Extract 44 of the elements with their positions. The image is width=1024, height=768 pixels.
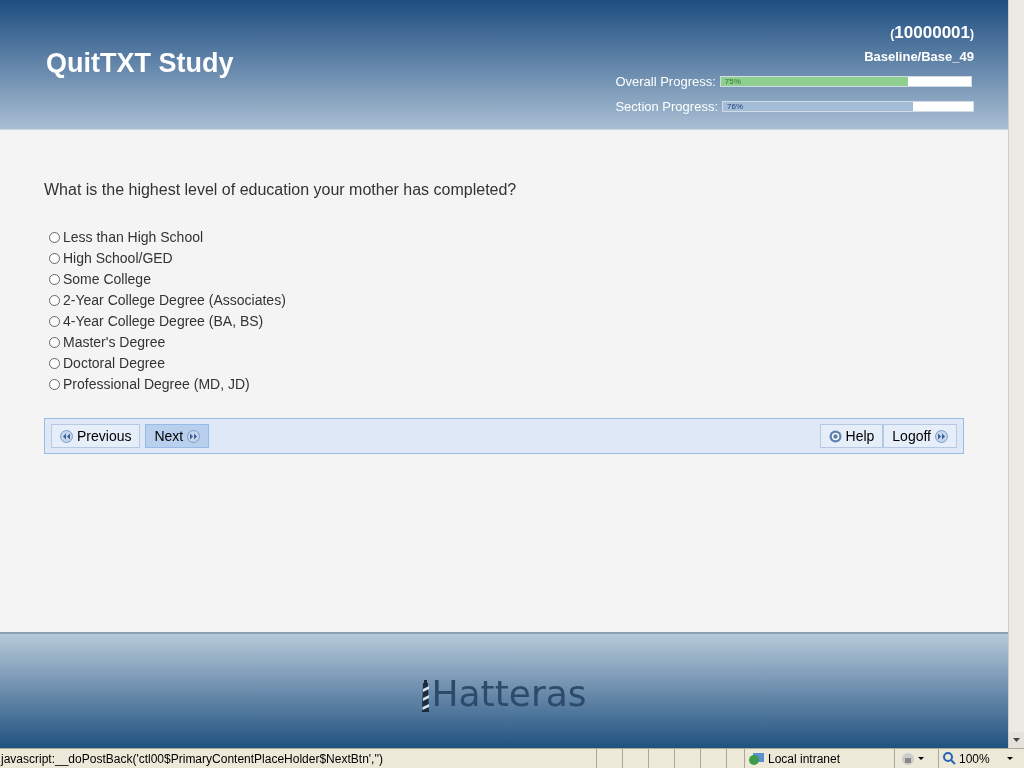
option-label[interactable]: Less than High School [63,226,204,248]
progress-label: Overall Progress: [615,73,716,91]
option-label[interactable]: High School/GED [63,247,173,269]
option-label[interactable]: Professional Degree (MD, JD) [63,373,250,395]
fast-forward-icon [935,429,948,443]
caret-icon[interactable] [918,757,924,760]
radio-button[interactable] [49,315,60,327]
radio-button[interactable] [49,378,60,390]
option-label[interactable]: Master's Degree [63,331,166,353]
progress-label: Section Progress: [615,97,718,116]
caret-icon[interactable] [1006,757,1013,760]
option-label[interactable]: Some College [63,268,151,290]
nav-button[interactable]: Next [145,424,210,448]
option-label[interactable]: 2-Year College Degree (Associates) [63,289,286,311]
survey-location: Baseline/Base_49 [864,47,974,66]
question-text: What is the highest level of education your mother has completed? [44,180,518,200]
scrollbar[interactable] [1008,0,1024,748]
radio-button[interactable] [49,294,60,306]
help-icon [828,429,842,443]
participant-id: 10000001 [894,22,970,44]
nav-button[interactable]: Logoff [883,424,957,448]
radio-button[interactable] [49,357,60,369]
study-title: QuitTXT Study [46,47,234,80]
fast-forward-icon [187,429,201,443]
logo-text: Hatteras [431,676,587,712]
radio-button[interactable] [49,336,60,348]
radio-button[interactable] [49,273,60,285]
status-text: javascript:__doPostBack('ctl00$PrimaryContentPlaceHolder$NextBtn','') [0,750,384,768]
scroll-down-icon[interactable] [1013,738,1020,742]
nav-button[interactable]: Help [819,424,884,448]
security-zone: Local intranet [768,750,841,768]
option-label[interactable]: Doctoral Degree [63,352,165,374]
zoom-icon[interactable] [943,752,956,765]
progress-percent: 75% [724,77,741,88]
zoom-level[interactable]: 100% [959,749,990,768]
option-label[interactable]: 4-Year College Degree (BA, BS) [63,310,264,332]
radio-button[interactable] [49,252,60,264]
progress-percent: 76% [727,101,743,112]
lighthouse-icon [421,680,431,712]
participant-id-paren: ) [970,27,974,43]
participant-id-paren: ( [890,27,895,43]
rewind-icon [60,429,73,443]
nav-button[interactable]: Previous [51,424,141,448]
radio-button[interactable] [49,231,60,243]
